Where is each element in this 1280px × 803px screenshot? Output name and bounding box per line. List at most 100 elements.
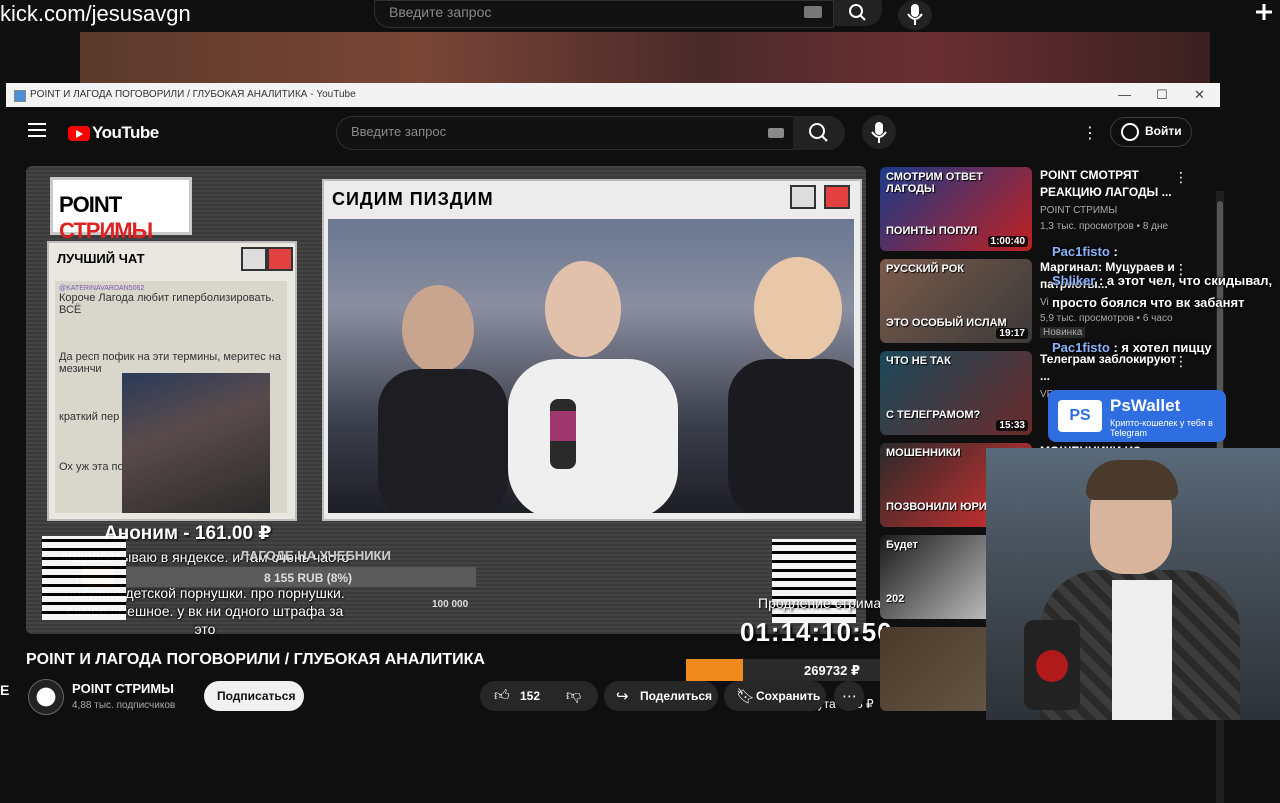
stream-background: [80, 32, 1210, 84]
overlay-chat-name: Shliker: [1052, 273, 1096, 288]
pswallet-ad[interactable]: PS PsWallet Крипто-кошелек у тебя в Tele…: [1048, 390, 1226, 442]
overlay-chat-line: Shliker : а этот чел, что скидывал, прос…: [1052, 270, 1278, 314]
chat-text: Короче Лагода любит гиперболизировать. В…: [59, 292, 275, 316]
more-horiz-icon: ⋯: [842, 688, 857, 705]
stream-timer: 01:14:10:50: [740, 617, 893, 647]
logo-point-text: POINT: [59, 192, 122, 217]
related-video-channel[interactable]: POINT СТРИМЫ: [1040, 205, 1117, 216]
window-favicon-icon: [14, 90, 26, 102]
more-vert-icon[interactable]: ⋮: [1174, 353, 1188, 370]
overlay-chat-name: Pac1fisto: [1052, 340, 1110, 355]
goal-value: 8 155 RUB (8%): [264, 571, 353, 585]
thumbnail-caption: ЭТО ОСОБЫЙ ИСЛАМ: [886, 317, 1007, 329]
thumbnail-caption: МОШЕННИКИ: [886, 447, 961, 459]
yt-search-input[interactable]: Введите запрос: [336, 116, 794, 150]
stream-background-edge: [1210, 32, 1280, 84]
video-thumbnail[interactable]: ЧТО НЕ ТАК С ТЕЛЕГРАМОМ? 15:33: [880, 351, 1032, 435]
save-label: Сохранить: [756, 689, 821, 703]
overlay-chat-line: Pac1fisto :: [1052, 244, 1118, 259]
logo-streams-text: СТРИМЫ: [59, 218, 153, 243]
more-vert-icon[interactable]: ⋮: [1174, 169, 1188, 186]
yt-search-button[interactable]: [793, 116, 845, 150]
minimize-button[interactable]: —: [1118, 87, 1131, 102]
like-count: 152: [520, 689, 541, 703]
thumbnail-caption: РУССКИЙ РОК: [886, 263, 964, 275]
money-total: 269732 ₽: [804, 663, 861, 678]
yt-search-placeholder: Введите запрос: [351, 124, 447, 139]
thumbnail-caption: ПОИНТЫ ПОПУЛ: [886, 225, 978, 237]
thumbnail-caption: 202: [886, 593, 905, 605]
thumbs-down-icon[interactable]: 👎︎: [566, 687, 581, 705]
channel-subscribers: 4,88 тыс. подписчиков: [72, 700, 176, 711]
donation-title: Аноним - 161.00 ₽: [104, 523, 272, 544]
subscribe-label: Подписаться: [217, 689, 296, 703]
close-window-button[interactable]: ✕: [1194, 87, 1205, 103]
top-search-input[interactable]: Введите запрос: [374, 0, 834, 28]
chat-minimize-icon: [241, 247, 267, 271]
video-title: POINT И ЛАГОДА ПОГОВОРИЛИ / ГЛУБОКАЯ АНА…: [26, 651, 485, 668]
yt-keyboard-icon[interactable]: [768, 128, 784, 138]
plus-icon[interactable]: [1248, 0, 1280, 28]
top-search-placeholder: Введите запрос: [389, 4, 492, 20]
yt-mic-button[interactable]: [862, 115, 896, 149]
signin-button[interactable]: Войти: [1110, 117, 1192, 147]
related-video-meta: 1,3 тыс. просмотров • 8 дне: [1040, 221, 1169, 232]
chat-text: Да респ пофик на эти термины, меритес на…: [59, 351, 282, 375]
mic-icon: [907, 4, 923, 25]
youtube-logo-text: YouTube: [92, 123, 159, 142]
video-duration: 15:33: [996, 420, 1028, 431]
money-progress-fill: [686, 659, 743, 681]
related-video-channel[interactable]: Vi: [1040, 297, 1049, 308]
streamer-hair: [1086, 460, 1178, 500]
keyboard-icon[interactable]: [804, 6, 822, 18]
window-title: POINT И ЛАГОДА ПОГОВОРИЛИ / ГЛУБОКАЯ АНА…: [30, 89, 356, 100]
maximize-button[interactable]: ☐: [1156, 87, 1168, 103]
share-button[interactable]: ↪ Поделиться: [604, 681, 718, 711]
more-vert-icon[interactable]: ⋮: [1082, 123, 1098, 143]
point-streams-logo: POINT СТРИМЫ: [50, 177, 192, 243]
share-label: Поделиться: [640, 689, 713, 703]
chat-close-icon: [267, 247, 293, 271]
chat-user: @KATERINAVARDAN5062: [59, 285, 145, 292]
thumbnail-caption: СМОТРИМ ОТВЕТ ЛАГОДЫ: [886, 171, 983, 195]
video-close-icon: [824, 185, 850, 209]
people-illustration: [378, 257, 868, 519]
menu-icon[interactable]: [28, 123, 46, 137]
top-search-button[interactable]: [834, 0, 882, 26]
account-icon: [1121, 123, 1139, 141]
pswallet-name: PsWallet: [1110, 396, 1181, 415]
more-actions-button[interactable]: ⋯: [834, 681, 864, 711]
subscribe-button[interactable]: Подписаться: [204, 681, 304, 711]
overlay-chat-name: Pac1fisto: [1052, 244, 1110, 259]
video-thumbnail[interactable]: СМОТРИМ ОТВЕТ ЛАГОДЫ ПОИНТЫ ПОПУЛ 1:00:40: [880, 167, 1032, 251]
video-minimize-icon: [790, 185, 816, 209]
chat-message: Да респ пофик на эти термины, меритес на…: [59, 351, 285, 375]
chat-message: @KATERINAVARDAN5062 Короче Лагода любит …: [59, 285, 285, 316]
channel-avatar[interactable]: [28, 679, 64, 715]
chat-box-title: ЛУЧШИЙ ЧАТ: [57, 251, 145, 266]
video-thumbnail[interactable]: РУССКИЙ РОК ЭТО ОСОБЫЙ ИСЛАМ 19:17: [880, 259, 1032, 343]
goal-label: ЛАГОДЕ НА УЧЕБНИКИ: [240, 548, 391, 563]
like-dislike-group[interactable]: 👍︎ 152 👎︎: [480, 681, 598, 711]
pswallet-tagline: Крипто-кошелек у тебя в Telegram: [1110, 418, 1213, 438]
top-mic-button[interactable]: [898, 0, 932, 30]
related-video-title[interactable]: POINT СМОТРЯТ РЕАКЦИЮ ЛАГОДЫ ...: [1040, 167, 1180, 201]
related-video-title[interactable]: Телеграм заблокируют ...: [1040, 351, 1180, 385]
youtube-logo[interactable]: YouTube: [68, 123, 159, 143]
save-button[interactable]: 🔖︎ Сохранить: [724, 681, 826, 711]
guests-camera-image: [328, 219, 868, 519]
mic-brand-logo: [1036, 650, 1068, 682]
thumbs-up-icon[interactable]: 👍︎: [494, 687, 510, 705]
window-title-bar: POINT И ЛАГОДА ПОГОВОРИЛИ / ГЛУБОКАЯ АНА…: [6, 83, 1220, 107]
stream-extension-label: Продление стрима: [758, 595, 882, 611]
overlay-chat-text: :: [1113, 244, 1118, 259]
mic-icon: [871, 122, 887, 143]
signin-label: Войти: [1145, 124, 1182, 138]
thumbnail-caption: ЧТО НЕ ТАК: [886, 355, 951, 367]
pswallet-logo: PS: [1058, 400, 1102, 432]
channel-name[interactable]: POINT СТРИМЫ: [72, 681, 174, 696]
site-url: kick.com/jesusavgn: [0, 1, 191, 26]
main-video-box: СИДИМ ПИЗДИМ: [322, 179, 868, 521]
video-box-title: СИДИМ ПИЗДИМ: [332, 189, 494, 209]
video-duration: 19:17: [996, 328, 1028, 339]
